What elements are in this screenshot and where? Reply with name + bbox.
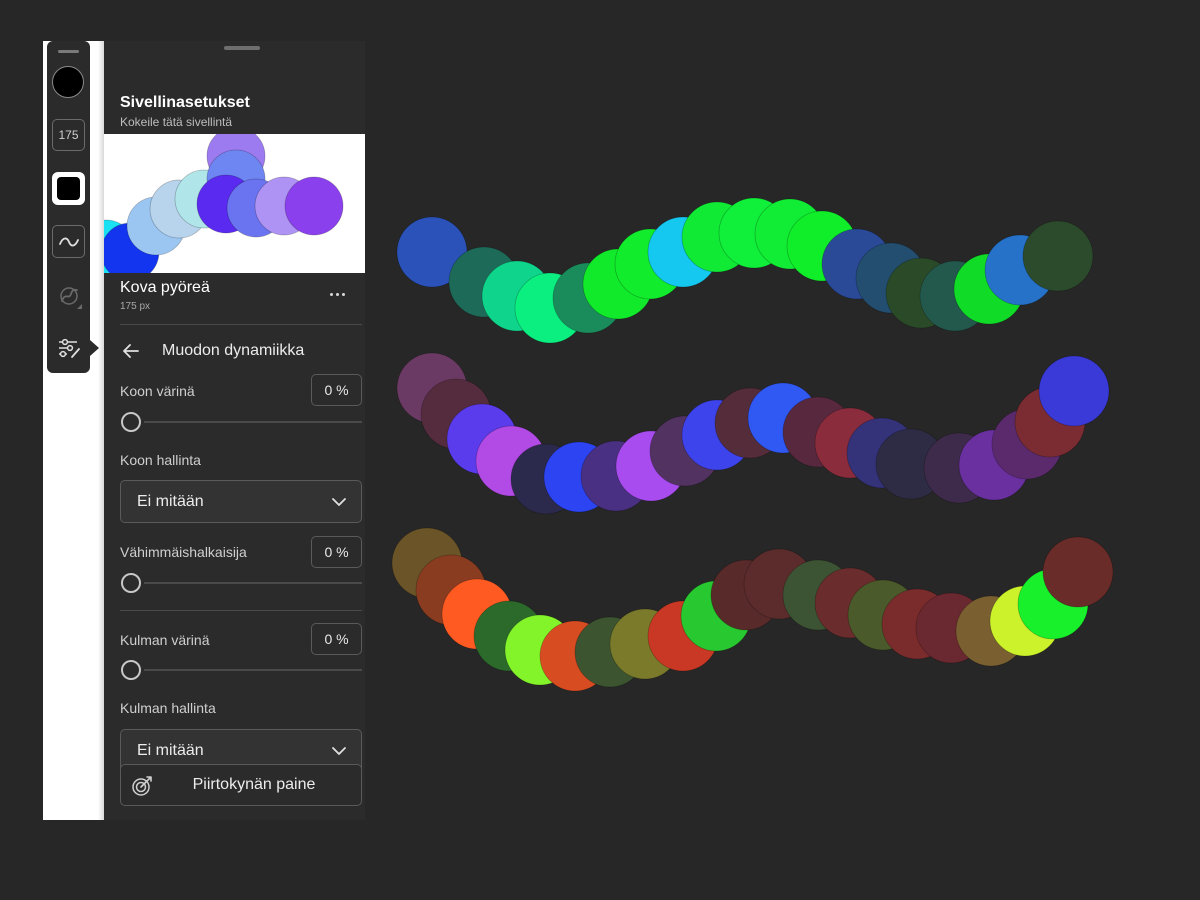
panel-drag-handle[interactable] xyxy=(224,46,260,50)
more-options-button[interactable] xyxy=(330,287,350,301)
size-jitter-slider[interactable] xyxy=(120,411,362,433)
brush-color-swatch[interactable] xyxy=(52,66,84,98)
brush-dab xyxy=(1042,536,1114,608)
slider-knob[interactable] xyxy=(121,573,141,593)
more-dot xyxy=(342,292,345,296)
angle-jitter-value[interactable]: 0 % xyxy=(311,623,362,655)
min-diameter-label: Vähimmäishalkaisija xyxy=(120,544,247,560)
back-arrow-icon xyxy=(123,344,139,358)
brush-dab xyxy=(1022,220,1094,292)
slider-track xyxy=(144,582,362,584)
opacity-swatch[interactable] xyxy=(52,172,85,205)
size-control-value: Ei mitään xyxy=(137,493,204,510)
tool-rail: 175 xyxy=(47,41,90,373)
pressure-button[interactable] xyxy=(52,279,85,312)
brush-name: Kova pyöreä xyxy=(120,279,210,296)
brush-preview[interactable] xyxy=(104,134,365,273)
brush-size-label: 175 px xyxy=(120,301,151,312)
rail-drag-handle[interactable] xyxy=(58,50,79,53)
more-dot xyxy=(336,292,339,296)
brush-stroke xyxy=(396,352,1110,515)
slider-track xyxy=(144,669,362,671)
angle-jitter-slider[interactable] xyxy=(120,659,362,681)
panel-subtitle: Kokeile tätä sivellintä xyxy=(120,115,233,129)
chevron-down-icon xyxy=(332,498,346,506)
chevron-down-icon xyxy=(332,747,346,755)
brush-size-button[interactable]: 175 xyxy=(52,119,85,151)
size-jitter-label: Koon värinä xyxy=(120,383,195,399)
brush-dab xyxy=(1038,355,1110,427)
min-diameter-slider[interactable] xyxy=(120,572,362,594)
rail-active-pointer xyxy=(90,340,99,356)
divider xyxy=(120,610,362,611)
divider xyxy=(120,324,362,325)
pen-pressure-label: Piirtokynän paine xyxy=(192,776,316,793)
pen-pressure-button[interactable]: Piirtokynän paine xyxy=(120,764,362,806)
brush-preview-canvas xyxy=(104,134,344,273)
brush-settings-icon xyxy=(58,338,80,358)
smoothing-button[interactable] xyxy=(52,225,85,258)
brush-settings-button[interactable] xyxy=(52,331,85,364)
section-title: Muodon dynamiikka xyxy=(162,342,305,359)
angle-control-value: Ei mitään xyxy=(137,742,204,759)
angle-control-label: Kulman hallinta xyxy=(120,700,216,716)
size-control-label: Koon hallinta xyxy=(120,452,201,468)
angle-jitter-label: Kulman värinä xyxy=(120,632,210,648)
pressure-button-corner xyxy=(77,304,82,309)
slider-knob[interactable] xyxy=(121,412,141,432)
min-diameter-value[interactable]: 0 % xyxy=(311,536,362,568)
canvas-strokes[interactable] xyxy=(380,180,1140,720)
smoothing-wave-icon xyxy=(58,237,79,246)
brush-settings-panel: Sivellinasetukset Kokeile tätä sivellint… xyxy=(104,41,365,820)
brush-stroke xyxy=(396,197,1094,344)
opacity-swatch-fill xyxy=(57,177,80,200)
size-control-dropdown[interactable]: Ei mitään xyxy=(120,480,362,523)
preview-dab xyxy=(284,176,344,236)
size-jitter-value[interactable]: 0 % xyxy=(311,374,362,406)
more-dot xyxy=(330,292,333,296)
slider-track xyxy=(144,421,362,423)
back-button[interactable] xyxy=(120,340,142,362)
slider-knob[interactable] xyxy=(121,660,141,680)
brush-stroke xyxy=(391,527,1114,692)
panel-title: Sivellinasetukset xyxy=(120,94,250,111)
